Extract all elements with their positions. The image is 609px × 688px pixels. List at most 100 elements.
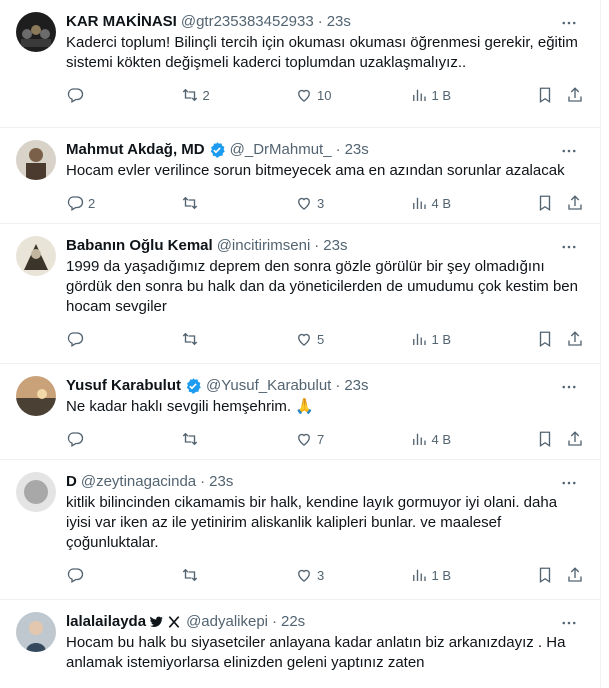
views-button[interactable]: 4 B bbox=[410, 194, 470, 212]
like-button[interactable]: 7 bbox=[295, 430, 355, 448]
retweet-icon bbox=[182, 332, 197, 346]
view-count: 1 B bbox=[431, 87, 452, 103]
views-button[interactable]: 1 B bbox=[410, 566, 470, 584]
verified-badge-icon bbox=[208, 141, 226, 159]
tweet-text-container: Ne kadar haklı sevgili hemşehrim. 🙏 bbox=[66, 397, 584, 417]
share-icon[interactable] bbox=[566, 330, 584, 348]
praying-hands-emoji: 🙏 bbox=[295, 398, 314, 415]
retweet-button[interactable] bbox=[181, 430, 241, 448]
author-handle[interactable]: @gtr235383452933 bbox=[181, 12, 314, 32]
retweet-icon bbox=[182, 196, 197, 210]
timestamp[interactable]: 23s bbox=[323, 236, 347, 256]
separator-dot: · bbox=[314, 237, 320, 254]
author-name[interactable]: KAR MAKİNASI bbox=[66, 12, 177, 32]
tweet[interactable]: lalalailayda @adyalikepi · 22s Hocam bu … bbox=[0, 600, 600, 688]
tweet[interactable]: Yusuf Karabulut @Yusuf_Karabulut · 23s N… bbox=[0, 364, 600, 460]
avatar[interactable] bbox=[16, 236, 56, 276]
bookmark-icon[interactable] bbox=[536, 330, 554, 348]
retweet-button[interactable] bbox=[181, 194, 241, 212]
tweet[interactable]: Babanın Oğlu Kemal @incitirimseni · 23s … bbox=[0, 224, 600, 364]
retweet-button[interactable]: 2 bbox=[181, 86, 241, 104]
tweet-text: kitlik bilincinden cikamamis bir halk, k… bbox=[66, 494, 558, 551]
bookmark-icon[interactable] bbox=[536, 194, 554, 212]
author-handle[interactable]: @adyalikepi bbox=[186, 612, 268, 632]
author-name[interactable]: D bbox=[66, 472, 77, 492]
author-handle[interactable]: @_DrMahmut_ bbox=[230, 140, 332, 160]
reply-button[interactable] bbox=[66, 330, 126, 348]
tweet[interactable]: D @zeytinagacinda · 23s kitlik bilincind… bbox=[0, 460, 600, 600]
avatar[interactable] bbox=[16, 12, 56, 52]
share-icon[interactable] bbox=[566, 566, 584, 584]
like-button[interactable]: 3 bbox=[295, 194, 355, 212]
tweet[interactable]: Mahmut Akdağ, MD @_DrMahmut_ · 23s Hocam… bbox=[0, 128, 600, 224]
action-bar: 5 1 B bbox=[66, 321, 584, 357]
reply-icon bbox=[67, 88, 84, 103]
reply-button[interactable] bbox=[66, 86, 126, 104]
bookmark-icon[interactable] bbox=[536, 430, 554, 448]
more-options-icon[interactable] bbox=[560, 238, 578, 256]
reply-button[interactable] bbox=[66, 566, 126, 584]
views-button[interactable]: 1 B bbox=[410, 330, 470, 348]
tweet[interactable]: KAR MAKİNASI @gtr235383452933 · 23s Kade… bbox=[0, 0, 600, 128]
tweet-text: 1999 da yaşadığımız deprem den sonra göz… bbox=[66, 258, 578, 315]
views-button[interactable]: 4 B bbox=[410, 430, 470, 448]
author-handle[interactable]: @incitirimseni bbox=[217, 236, 311, 256]
reply-button[interactable]: 2 bbox=[66, 194, 126, 212]
timestamp[interactable]: 22s bbox=[281, 612, 305, 632]
reply-icon bbox=[67, 568, 84, 583]
share-icon[interactable] bbox=[566, 86, 584, 104]
author-name[interactable]: lalalailayda bbox=[66, 612, 146, 632]
share-icon[interactable] bbox=[566, 430, 584, 448]
author-name[interactable]: Babanın Oğlu Kemal bbox=[66, 236, 213, 256]
like-button[interactable]: 10 bbox=[295, 86, 355, 104]
author-handle[interactable]: @zeytinagacinda bbox=[81, 472, 196, 492]
action-bar: 2 3 4 B bbox=[66, 185, 584, 221]
avatar[interactable] bbox=[16, 612, 56, 652]
more-options-icon[interactable] bbox=[560, 14, 578, 32]
view-count: 4 B bbox=[431, 431, 452, 447]
separator-dot: · bbox=[272, 613, 277, 630]
reply-icon bbox=[67, 196, 84, 211]
avatar[interactable] bbox=[16, 472, 56, 512]
bookmark-icon[interactable] bbox=[536, 566, 554, 584]
author-name[interactable]: Yusuf Karabulut bbox=[66, 376, 181, 396]
heart-icon bbox=[298, 569, 310, 582]
heart-icon bbox=[298, 89, 310, 102]
action-bar: 3 1 B bbox=[66, 557, 584, 593]
like-button[interactable]: 5 bbox=[295, 330, 355, 348]
avatar[interactable] bbox=[16, 140, 56, 180]
author-handle[interactable]: @Yusuf_Karabulut bbox=[206, 376, 331, 396]
bookmark-icon[interactable] bbox=[536, 86, 554, 104]
avatar[interactable] bbox=[16, 376, 56, 416]
like-count: 3 bbox=[317, 195, 325, 211]
like-count: 3 bbox=[317, 567, 325, 583]
timestamp[interactable]: 23s bbox=[209, 472, 233, 492]
bird-icon bbox=[148, 614, 164, 630]
x-logo-icon bbox=[166, 614, 182, 630]
heart-icon bbox=[298, 333, 310, 346]
more-options-icon[interactable] bbox=[560, 378, 578, 396]
like-count: 5 bbox=[317, 331, 325, 347]
retweet-count: 2 bbox=[202, 87, 210, 103]
reply-button[interactable] bbox=[66, 430, 126, 448]
retweet-button[interactable] bbox=[181, 566, 241, 584]
more-options-icon[interactable] bbox=[560, 614, 578, 632]
heart-icon bbox=[298, 197, 310, 210]
views-button[interactable]: 1 B bbox=[410, 86, 470, 104]
timestamp[interactable]: 23s bbox=[327, 12, 351, 32]
separator-dot: · bbox=[200, 473, 206, 490]
reply-count: 2 bbox=[88, 195, 96, 211]
retweet-button[interactable] bbox=[181, 330, 241, 348]
more-options-icon[interactable] bbox=[560, 142, 578, 160]
tweet-text: Hocam bu halk bu siyasetciler anlayana k… bbox=[66, 634, 566, 671]
share-icon[interactable] bbox=[566, 194, 584, 212]
action-bar: 7 4 B bbox=[66, 421, 584, 457]
timestamp[interactable]: 23s bbox=[344, 376, 368, 396]
author-name[interactable]: Mahmut Akdağ, MD bbox=[66, 140, 205, 160]
like-button[interactable]: 3 bbox=[295, 566, 355, 584]
timestamp[interactable]: 23s bbox=[345, 140, 369, 160]
reply-icon bbox=[67, 332, 84, 347]
retweet-icon bbox=[182, 432, 197, 446]
tweet-text: Hocam evler verilince sorun bitmeyecek a… bbox=[66, 162, 565, 179]
more-options-icon[interactable] bbox=[560, 474, 578, 492]
